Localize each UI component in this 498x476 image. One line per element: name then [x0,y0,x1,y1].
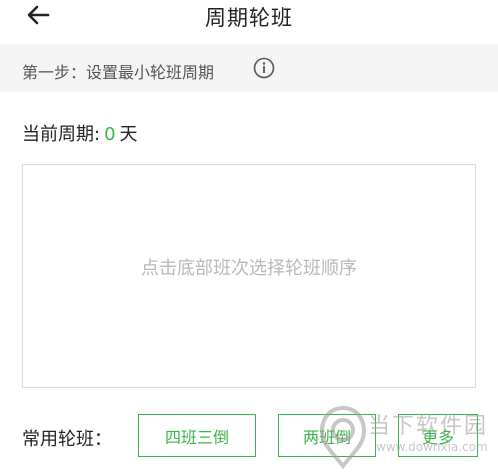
period-value: 0 [104,124,116,145]
current-period: 当前周期: 0 天 [22,120,138,146]
shift-four-three-button[interactable]: 四班三倒 [138,414,256,457]
period-unit: 天 [119,124,138,145]
info-button[interactable] [253,57,275,79]
step-bar: 第一步：设置最小轮班周期 [0,44,498,92]
page-title: 周期轮班 [205,6,293,30]
more-shifts-button[interactable]: 更多 [398,414,478,457]
shift-sequence-area[interactable]: 点击底部班次选择轮班顺序 [22,164,476,388]
app-header: 周期轮班 [0,0,498,42]
shift-two-button[interactable]: 两班倒 [278,414,376,457]
period-label: 当前周期: [22,124,101,145]
step-text: 第一步：设置最小轮班周期 [22,63,215,82]
info-circle-icon [253,57,275,79]
sequence-hint: 点击底部班次选择轮班顺序 [141,258,357,279]
common-shifts-label: 常用轮班： [22,429,112,450]
